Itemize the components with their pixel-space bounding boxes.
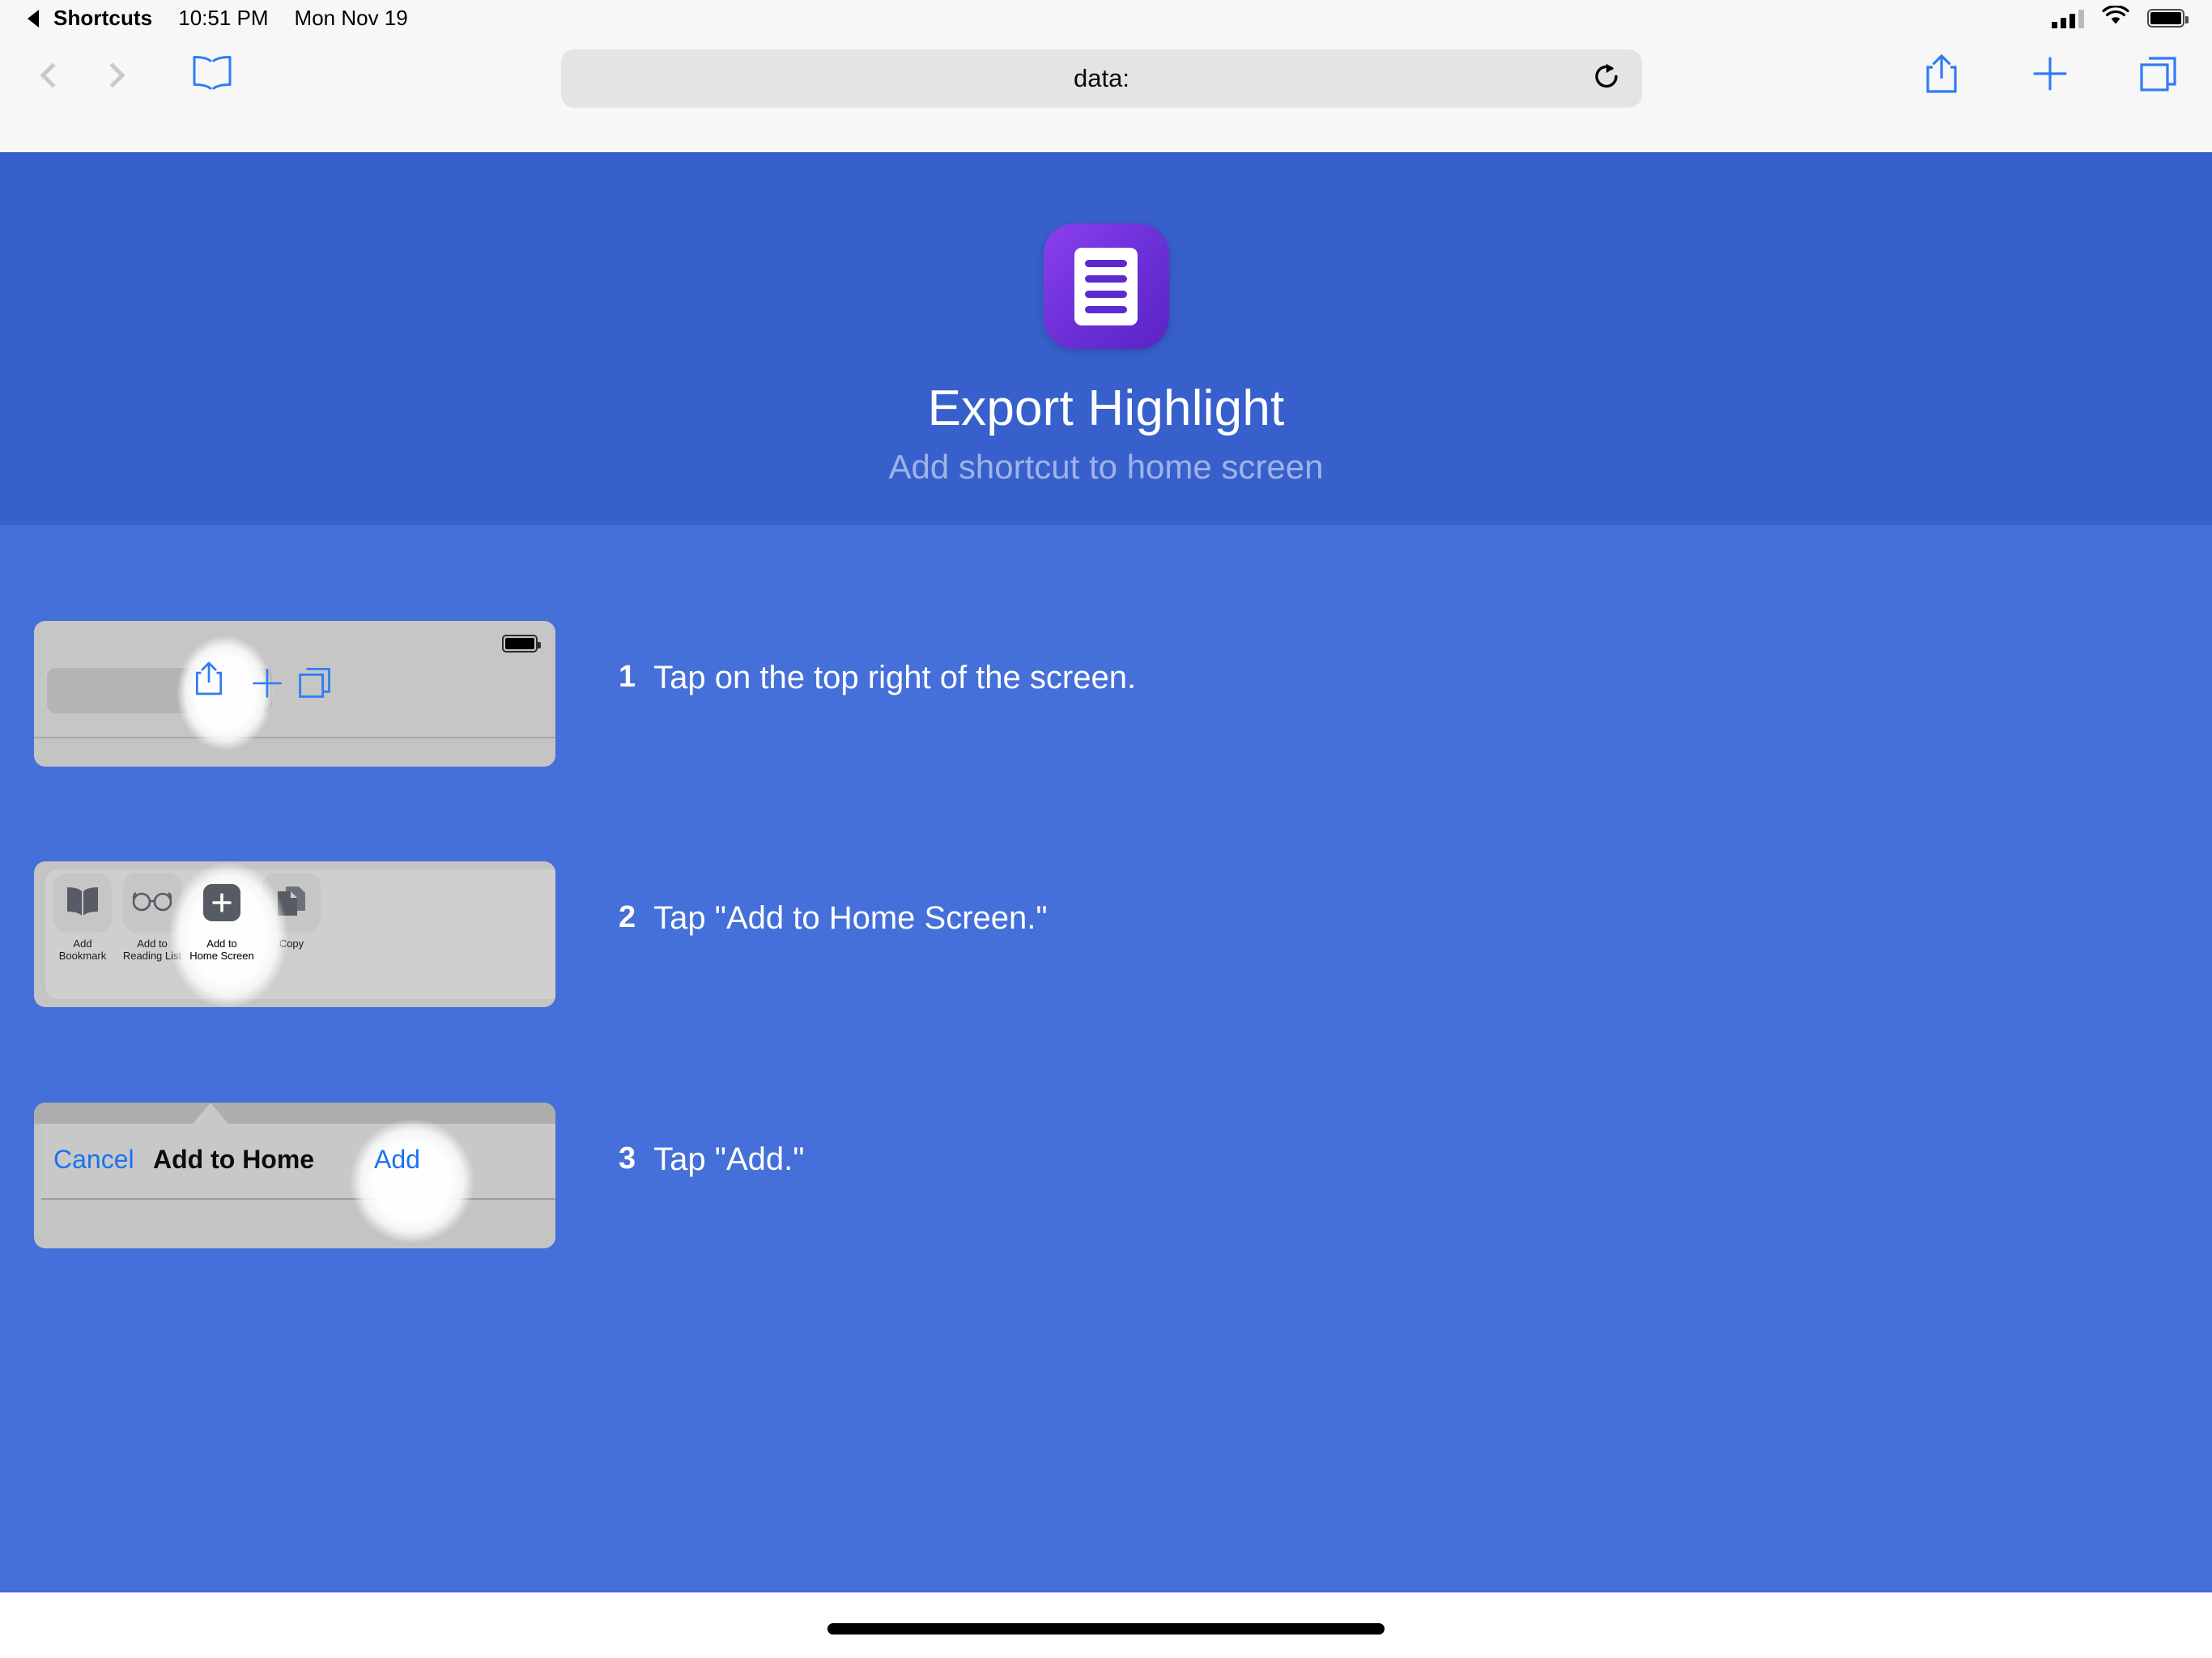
back-button[interactable] [23, 45, 83, 105]
battery-full-icon [2147, 9, 2184, 28]
plus-square-icon [203, 884, 240, 921]
share-sheet-item-add-to-home-screen: Add to Home Screen [193, 873, 251, 962]
step-number: 3 [619, 1141, 636, 1176]
status-bar-time: 10:51 PM [178, 6, 268, 31]
reload-icon[interactable] [1593, 62, 1621, 96]
address-bar[interactable]: data: [561, 49, 1642, 108]
share-icon [194, 659, 224, 702]
step-number: 2 [619, 900, 636, 935]
battery-full-icon [502, 635, 538, 653]
document-icon [1074, 248, 1138, 325]
step-3: Cancel Add to Home Add 3 Tap "Add." [34, 1103, 804, 1248]
status-bar-back-app[interactable]: Shortcuts [53, 6, 152, 31]
share-sheet-item-label: Add to Home Screen [189, 938, 254, 962]
share-button[interactable] [1912, 46, 1971, 104]
tabs-button[interactable] [2129, 46, 2188, 104]
book-icon [191, 54, 233, 96]
bookmarks-button[interactable] [180, 45, 245, 105]
status-bar-left: Shortcuts 10:51 PM Mon Nov 19 [28, 6, 408, 31]
step-1-text: 1 Tap on the top right of the screen. [619, 660, 1136, 696]
tabs-icon [2138, 54, 2179, 97]
step-1-figure [34, 621, 555, 767]
step-description: Tap "Add." [653, 1141, 804, 1178]
address-bar-value: data: [1074, 64, 1129, 93]
tabs-icon [297, 665, 333, 704]
steps-section: 1 Tap on the top right of the screen. [0, 525, 2212, 1592]
status-bar: Shortcuts 10:51 PM Mon Nov 19 [0, 0, 2212, 36]
chevron-right-icon [100, 62, 125, 87]
book-icon [65, 885, 100, 921]
plus-icon [251, 667, 283, 704]
share-sheet-item-add-bookmark: Add Bookmark [53, 873, 112, 962]
dialog-title: Add to Home [153, 1145, 314, 1175]
share-icon [1924, 52, 1959, 100]
share-sheet-item-label: Add Bookmark [50, 938, 115, 962]
home-indicator-area [0, 1592, 2212, 1658]
cellular-signal-icon [2052, 9, 2084, 28]
status-bar-date: Mon Nov 19 [295, 6, 408, 31]
browser-toolbar: data: [0, 36, 2212, 152]
step-description: Tap "Add to Home Screen." [653, 900, 1047, 937]
glasses-icon [131, 889, 173, 917]
wifi-icon [2102, 6, 2129, 32]
browser-actions [1912, 46, 2188, 104]
new-tab-button[interactable] [2021, 46, 2079, 104]
dialog-cancel-label: Cancel [53, 1145, 134, 1175]
home-indicator-bar[interactable] [827, 1623, 1385, 1635]
plus-icon [2031, 55, 2069, 96]
page-title: Export Highlight [928, 380, 1285, 437]
step-description: Tap on the top right of the screen. [653, 660, 1136, 696]
step-3-figure: Cancel Add to Home Add [34, 1103, 555, 1248]
page-subtitle: Add shortcut to home screen [889, 448, 1324, 487]
step-number: 1 [619, 660, 636, 695]
step-3-highlight [350, 1119, 474, 1244]
chevron-left-icon [40, 62, 65, 87]
status-bar-right [2052, 6, 2184, 32]
hero-section: Export Highlight Add shortcut to home sc… [0, 152, 2212, 525]
step-2-figure: Add Bookmark [34, 861, 555, 1007]
step-3-text: 3 Tap "Add." [619, 1141, 804, 1178]
back-triangle-icon[interactable] [28, 10, 39, 28]
export-highlight-app-icon [1044, 223, 1169, 349]
step-1: 1 Tap on the top right of the screen. [34, 621, 1136, 767]
step-2-text: 2 Tap "Add to Home Screen." [619, 900, 1048, 937]
forward-button[interactable] [83, 45, 143, 105]
step-2: Add Bookmark [34, 861, 1048, 1007]
dialog-add-label: Add [374, 1145, 420, 1175]
